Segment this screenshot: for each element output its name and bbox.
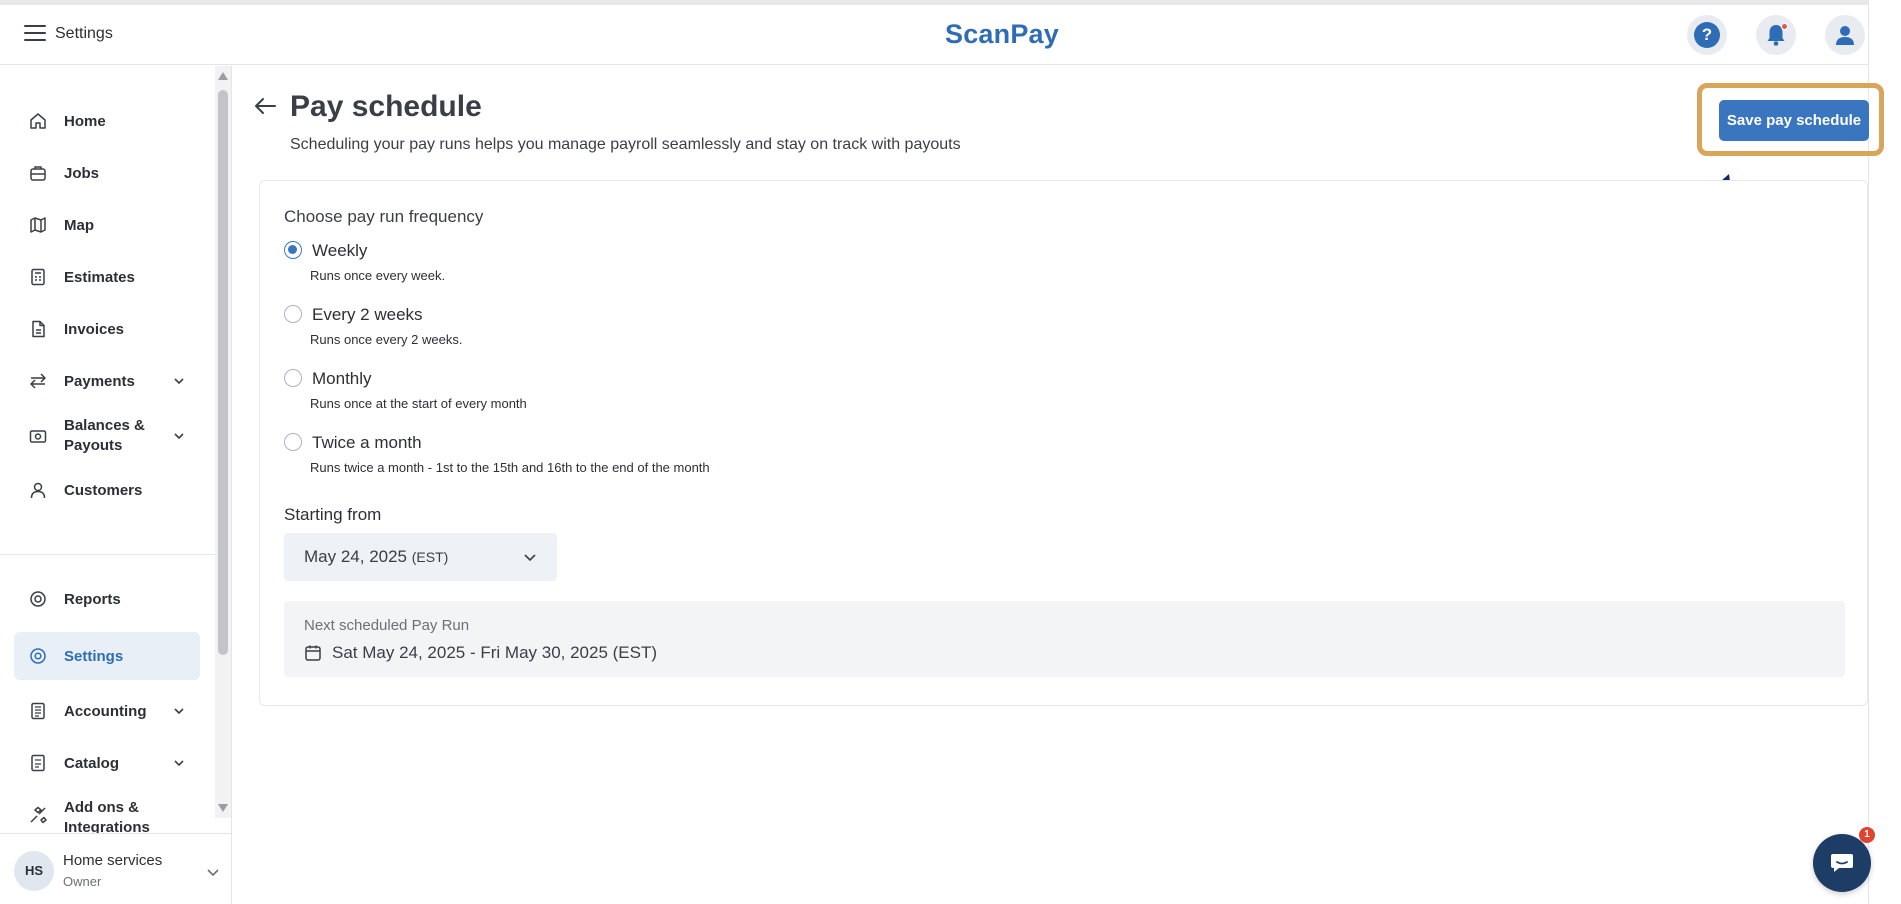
starting-from-label: Starting from: [284, 505, 382, 524]
catalog-icon: [28, 753, 48, 773]
sidebar-item-accounting[interactable]: Accounting: [14, 687, 200, 735]
account-name: Home services: [63, 852, 163, 869]
sidebar-item-balances-payouts[interactable]: Balances & Payouts: [14, 409, 200, 463]
radio-weekly[interactable]: [284, 241, 302, 259]
account-switcher[interactable]: HS Home services Owner: [0, 833, 231, 904]
map-icon: [28, 215, 48, 235]
account-role: Owner: [63, 874, 102, 889]
sidebar-item-estimates[interactable]: Estimates: [14, 253, 200, 301]
payments-icon: [28, 371, 48, 391]
chat-button[interactable]: [1813, 834, 1871, 892]
sidebar-item-label: Invoices: [64, 320, 125, 338]
back-arrow-icon[interactable]: [253, 96, 277, 116]
next-pay-run-range: Sat May 24, 2025 - Fri May 30, 2025 (EST…: [332, 643, 658, 662]
next-pay-run-box: Next scheduled Pay Run Sat May 24, 2025 …: [284, 601, 1845, 677]
hamburger-menu-icon[interactable]: [24, 25, 46, 43]
sidebar-item-invoices[interactable]: Invoices: [14, 305, 200, 353]
app: Settings ScanPay ? Home Jobs Map Estimat…: [0, 5, 1884, 904]
sidebar: Home Jobs Map Estimates Invoices Payment…: [0, 66, 232, 904]
sidebar-item-jobs[interactable]: Jobs: [14, 149, 200, 197]
person-icon: [28, 480, 48, 500]
option-label: Weekly: [312, 241, 368, 260]
sidebar-item-label: Settings: [64, 647, 124, 665]
save-pay-schedule-button[interactable]: Save pay schedule: [1719, 100, 1869, 141]
reports-icon: [28, 589, 48, 609]
option-description: Runs twice a month - 1st to the 15th and…: [310, 460, 710, 475]
next-pay-run-title: Next scheduled Pay Run: [304, 617, 470, 634]
chevron-down-icon: [174, 708, 184, 715]
profile-button[interactable]: [1825, 15, 1865, 55]
help-button[interactable]: ?: [1687, 15, 1727, 55]
main-content: Pay schedule Scheduling your pay runs he…: [233, 66, 1884, 904]
chat-badge: 1: [1859, 827, 1875, 843]
sidebar-item-label: Payments: [64, 372, 135, 390]
page-title: Pay schedule: [290, 90, 482, 123]
sidebar-item-home[interactable]: Home: [14, 97, 200, 145]
sidebar-scrollbar[interactable]: [215, 66, 231, 818]
top-bar: Settings ScanPay ?: [0, 5, 1868, 65]
page-subtitle: Scheduling your pay runs helps you manag…: [290, 136, 961, 153]
option-label: Every 2 weeks: [312, 305, 423, 324]
radio-twice-a-month[interactable]: [284, 433, 302, 451]
option-twice-a-month[interactable]: Twice a month Runs twice a month - 1st t…: [284, 431, 884, 483]
radio-every-2-weeks[interactable]: [284, 305, 302, 323]
sidebar-item-map[interactable]: Map: [14, 201, 200, 249]
scrollbar-thumb[interactable]: [218, 90, 228, 655]
chat-icon: [1831, 854, 1853, 872]
notifications-button[interactable]: [1756, 15, 1796, 55]
sidebar-item-label: Balances & Payouts: [64, 417, 145, 454]
radio-monthly[interactable]: [284, 369, 302, 387]
scroll-up-arrow-icon[interactable]: [218, 72, 228, 80]
option-label: Monthly: [312, 369, 372, 388]
chevron-down-icon: [207, 869, 219, 877]
sidebar-item-customers[interactable]: Customers: [14, 466, 200, 514]
gear-icon: [28, 646, 48, 666]
option-label: Twice a month: [312, 433, 422, 452]
option-description: Runs once every week.: [310, 268, 446, 283]
option-every-2-weeks[interactable]: Every 2 weeks Runs once every 2 weeks.: [284, 303, 884, 355]
sidebar-divider: [0, 554, 215, 555]
chevron-down-icon: [524, 554, 536, 562]
sidebar-item-label: Jobs: [64, 164, 100, 182]
sidebar-item-label: Map: [64, 216, 94, 234]
chevron-down-icon: [174, 433, 184, 440]
sidebar-item-catalog[interactable]: Catalog: [14, 739, 200, 787]
briefcase-icon: [28, 163, 48, 183]
start-date-select[interactable]: May 24, 2025 (EST): [284, 533, 557, 581]
chevron-down-icon: [174, 378, 184, 385]
scanpay-logo[interactable]: ScanPay: [945, 19, 1059, 50]
avatar: HS: [14, 851, 54, 891]
puzzle-icon: [28, 805, 48, 825]
sidebar-item-label: Accounting: [64, 702, 147, 720]
option-description: Runs once every 2 weeks.: [310, 332, 463, 347]
chevron-down-icon: [174, 760, 184, 767]
home-icon: [28, 111, 48, 131]
sidebar-item-label: Estimates: [64, 268, 135, 286]
calculator-icon: [28, 267, 48, 287]
calendar-icon: [305, 645, 321, 661]
sidebar-item-label: Reports: [64, 590, 121, 608]
sidebar-item-label: Add ons & Integrations: [64, 799, 150, 836]
ledger-icon: [28, 701, 48, 721]
scroll-down-arrow-icon[interactable]: [218, 804, 228, 812]
start-date-value: May 24, 2025 (EST): [304, 547, 449, 566]
sidebar-item-reports[interactable]: Reports: [14, 575, 200, 623]
sidebar-item-label: Home: [64, 112, 106, 130]
cash-icon: [28, 426, 48, 446]
header-title: Settings: [55, 25, 113, 42]
option-description: Runs once at the start of every month: [310, 396, 527, 411]
document-icon: [28, 319, 48, 339]
frequency-label: Choose pay run frequency: [284, 207, 484, 226]
sidebar-item-label: Customers: [64, 481, 143, 499]
sidebar-item-payments[interactable]: Payments: [14, 357, 200, 405]
help-icon: ?: [1694, 22, 1720, 48]
pay-schedule-card: Choose pay run frequency Weekly Runs onc…: [259, 180, 1868, 706]
user-icon: [1836, 26, 1854, 45]
option-weekly[interactable]: Weekly Runs once every week.: [284, 239, 884, 291]
notification-dot: [1781, 23, 1788, 30]
sidebar-item-settings[interactable]: Settings: [14, 632, 200, 680]
option-monthly[interactable]: Monthly Runs once at the start of every …: [284, 367, 884, 419]
sidebar-item-label: Catalog: [64, 754, 120, 772]
